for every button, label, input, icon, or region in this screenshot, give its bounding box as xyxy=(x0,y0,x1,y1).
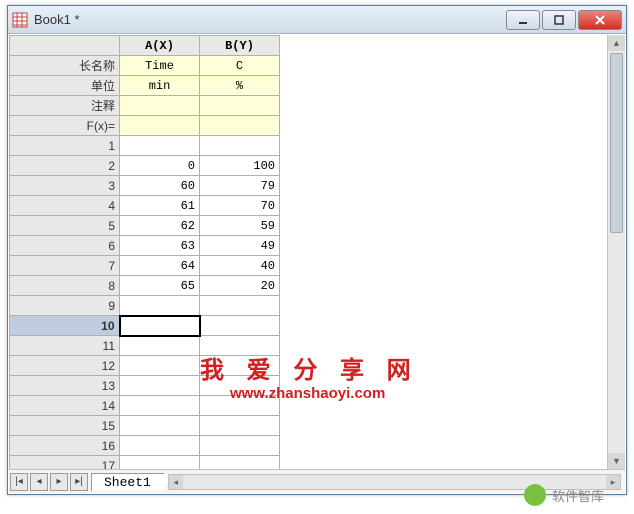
meta-row-header[interactable]: 单位 xyxy=(10,76,120,96)
window-buttons xyxy=(506,10,622,30)
data-cell-a[interactable] xyxy=(120,376,200,396)
row-header[interactable]: 12 xyxy=(10,356,120,376)
row-header[interactable]: 13 xyxy=(10,376,120,396)
next-sheet-button[interactable]: ▸ xyxy=(50,473,68,491)
row-header[interactable]: 6 xyxy=(10,236,120,256)
data-cell-b[interactable] xyxy=(200,416,280,436)
row-header[interactable]: 3 xyxy=(10,176,120,196)
brand-text: 软件智库 xyxy=(552,486,604,505)
close-button[interactable] xyxy=(578,10,622,30)
row-header[interactable]: 11 xyxy=(10,336,120,356)
data-cell-a[interactable] xyxy=(120,436,200,456)
data-cell-a[interactable] xyxy=(120,336,200,356)
data-cell-b[interactable]: 49 xyxy=(200,236,280,256)
minimize-button[interactable] xyxy=(506,10,540,30)
data-cell-a[interactable]: 63 xyxy=(120,236,200,256)
data-cell-a[interactable]: 64 xyxy=(120,256,200,276)
data-cell-b[interactable] xyxy=(200,456,280,470)
first-sheet-button[interactable]: |◂ xyxy=(10,473,28,491)
worksheet-grid[interactable]: A(X)B(Y)长名称TimeC单位min%注释F(x)=12010036079… xyxy=(9,35,605,469)
scroll-left-arrow-icon[interactable]: ◂ xyxy=(169,475,183,489)
meta-cell-b[interactable]: C xyxy=(200,56,280,76)
meta-cell-b[interactable]: % xyxy=(200,76,280,96)
data-cell-a[interactable] xyxy=(120,456,200,470)
row-header[interactable]: 7 xyxy=(10,256,120,276)
brand-logo: 软件智库 xyxy=(524,484,604,506)
data-cell-b[interactable] xyxy=(200,296,280,316)
corner-cell[interactable] xyxy=(10,36,120,56)
data-cell-b[interactable]: 59 xyxy=(200,216,280,236)
col-header-b[interactable]: B(Y) xyxy=(200,36,280,56)
data-cell-b[interactable]: 100 xyxy=(200,156,280,176)
brand-icon xyxy=(524,484,546,506)
data-cell-a[interactable] xyxy=(120,316,200,336)
scroll-up-arrow-icon[interactable]: ▲ xyxy=(608,35,625,51)
data-cell-a[interactable]: 61 xyxy=(120,196,200,216)
row-header[interactable]: 2 xyxy=(10,156,120,176)
scroll-right-arrow-icon[interactable]: ▸ xyxy=(606,475,620,489)
data-cell-b[interactable]: 79 xyxy=(200,176,280,196)
data-cell-b[interactable] xyxy=(200,136,280,156)
data-cell-b[interactable] xyxy=(200,436,280,456)
meta-cell-a[interactable] xyxy=(120,116,200,136)
vertical-scrollbar[interactable]: ▲ ▼ xyxy=(607,35,625,469)
meta-row-header[interactable]: 注释 xyxy=(10,96,120,116)
data-cell-a[interactable]: 60 xyxy=(120,176,200,196)
data-cell-b[interactable] xyxy=(200,396,280,416)
meta-cell-a[interactable]: Time xyxy=(120,56,200,76)
last-sheet-button[interactable]: ▸| xyxy=(70,473,88,491)
row-header[interactable]: 8 xyxy=(10,276,120,296)
meta-row-header[interactable]: 长名称 xyxy=(10,56,120,76)
meta-cell-b[interactable] xyxy=(200,116,280,136)
data-cell-b[interactable]: 20 xyxy=(200,276,280,296)
row-header[interactable]: 10 xyxy=(10,316,120,336)
meta-cell-a[interactable] xyxy=(120,96,200,116)
data-cell-b[interactable] xyxy=(200,316,280,336)
data-cell-b[interactable]: 70 xyxy=(200,196,280,216)
scroll-down-arrow-icon[interactable]: ▼ xyxy=(608,453,625,469)
data-cell-a[interactable] xyxy=(120,136,200,156)
row-header[interactable]: 15 xyxy=(10,416,120,436)
data-cell-a[interactable] xyxy=(120,416,200,436)
maximize-button[interactable] xyxy=(542,10,576,30)
workbook-window: Book1 * A(X)B(Y)长名称TimeC单位min%注释F(x)=120… xyxy=(7,5,627,495)
sheet-tab[interactable]: Sheet1 xyxy=(91,473,164,491)
data-cell-b[interactable]: 40 xyxy=(200,256,280,276)
row-header[interactable]: 5 xyxy=(10,216,120,236)
row-header[interactable]: 16 xyxy=(10,436,120,456)
data-cell-b[interactable] xyxy=(200,376,280,396)
scroll-thumb[interactable] xyxy=(610,53,623,233)
meta-cell-a[interactable]: min xyxy=(120,76,200,96)
data-cell-a[interactable]: 65 xyxy=(120,276,200,296)
row-header[interactable]: 4 xyxy=(10,196,120,216)
sheet-tab-label: Sheet1 xyxy=(104,475,151,490)
data-cell-a[interactable]: 62 xyxy=(120,216,200,236)
row-header[interactable]: 14 xyxy=(10,396,120,416)
data-cell-a[interactable] xyxy=(120,296,200,316)
prev-sheet-button[interactable]: ◂ xyxy=(30,473,48,491)
workbook-icon xyxy=(12,12,28,28)
row-header[interactable]: 17 xyxy=(10,456,120,470)
row-header[interactable]: 1 xyxy=(10,136,120,156)
col-header-a[interactable]: A(X) xyxy=(120,36,200,56)
data-cell-a[interactable] xyxy=(120,396,200,416)
meta-row-header[interactable]: F(x)= xyxy=(10,116,120,136)
data-cell-a[interactable]: 0 xyxy=(120,156,200,176)
window-title: Book1 * xyxy=(34,12,506,27)
titlebar[interactable]: Book1 * xyxy=(8,6,626,34)
data-cell-b[interactable] xyxy=(200,356,280,376)
meta-cell-b[interactable] xyxy=(200,96,280,116)
data-cell-b[interactable] xyxy=(200,336,280,356)
client-area: A(X)B(Y)长名称TimeC单位min%注释F(x)=12010036079… xyxy=(9,35,625,493)
data-cell-a[interactable] xyxy=(120,356,200,376)
row-header[interactable]: 9 xyxy=(10,296,120,316)
